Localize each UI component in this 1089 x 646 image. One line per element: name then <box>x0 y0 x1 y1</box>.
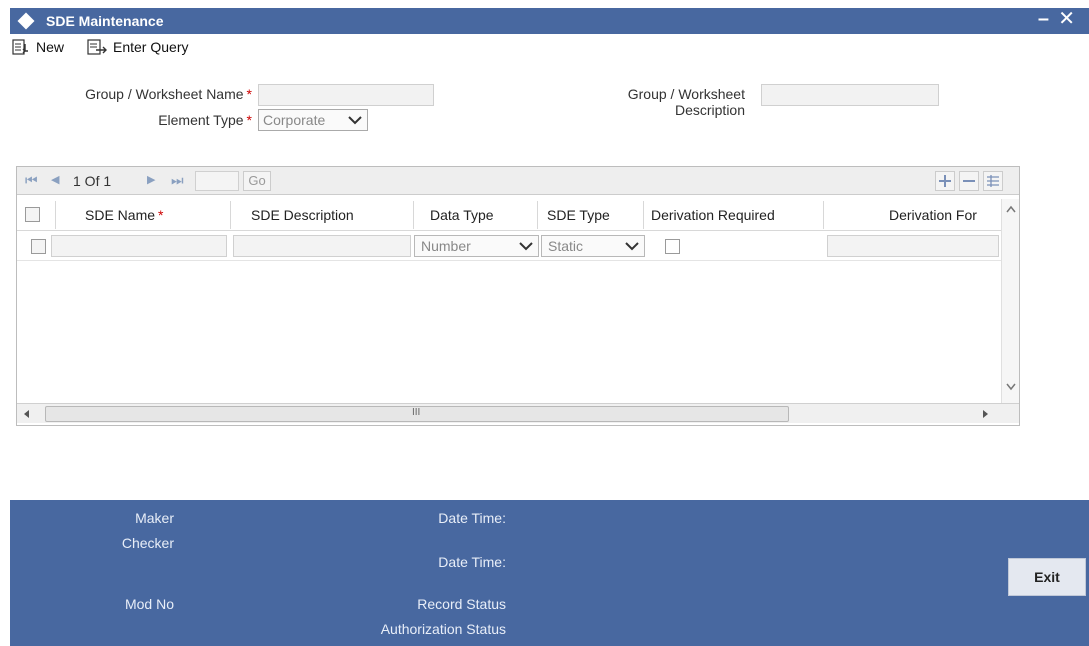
column-divider <box>823 201 824 229</box>
column-header-derivation-formula[interactable]: Derivation For <box>889 207 999 223</box>
derivation-formula-input[interactable] <box>827 235 999 257</box>
scroll-grip: III <box>412 407 421 418</box>
maker-label: Maker <box>135 510 174 526</box>
group-worksheet-description-label: Group / Worksheet Description <box>627 86 745 118</box>
required-marker: * <box>158 207 164 223</box>
delete-row-icon[interactable] <box>959 171 979 191</box>
select-all-checkbox[interactable] <box>25 207 40 222</box>
group-worksheet-name-label: Group / Worksheet Name * <box>85 86 252 102</box>
new-button[interactable]: New <box>12 38 64 56</box>
vertical-scrollbar[interactable] <box>1001 199 1019 403</box>
column-divider <box>537 201 538 229</box>
chevron-down-icon <box>625 242 639 251</box>
new-record-icon <box>12 39 28 55</box>
add-row-icon[interactable] <box>935 171 955 191</box>
column-divider <box>643 201 644 229</box>
column-divider <box>55 201 56 229</box>
sde-grid: ⏮ ◀ 1 Of 1 ▶ ⏭ Go SDE Name * SDE Descript… <box>16 166 1020 426</box>
first-page-icon[interactable]: ⏮ <box>25 172 38 189</box>
next-page-icon[interactable]: ▶ <box>147 173 155 186</box>
go-button[interactable]: Go <box>243 171 271 191</box>
data-type-select[interactable]: Number <box>414 235 539 257</box>
grid-pager-bar: ⏮ ◀ 1 Of 1 ▶ ⏭ Go <box>17 167 1019 195</box>
required-marker: * <box>246 86 252 102</box>
table-row: Number Static <box>17 231 1001 261</box>
scroll-left-icon[interactable] <box>23 410 31 418</box>
app-diamond-icon <box>17 12 35 30</box>
scroll-up-icon[interactable] <box>1006 205 1016 213</box>
group-worksheet-description-input[interactable] <box>761 84 939 106</box>
minimize-icon[interactable]: – <box>1038 9 1049 29</box>
maker-date-time-label: Date Time: <box>438 510 506 526</box>
group-worksheet-name-input[interactable] <box>258 84 434 106</box>
element-type-select[interactable]: Corporate <box>258 109 368 131</box>
scroll-right-icon[interactable] <box>981 410 989 418</box>
chevron-down-icon <box>348 116 362 125</box>
sde-type-value: Static <box>548 238 584 254</box>
window-title: SDE Maintenance <box>46 13 164 29</box>
element-type-label: Element Type * <box>158 112 252 128</box>
grid-header-row: SDE Name * SDE Description Data Type SDE … <box>17 199 1019 231</box>
column-header-sde-name[interactable]: SDE Name * <box>85 207 163 223</box>
column-header-data-type[interactable]: Data Type <box>430 207 494 223</box>
record-status-label: Record Status <box>417 596 506 612</box>
horizontal-scrollbar[interactable]: III <box>17 403 1019 423</box>
enter-query-button-label: Enter Query <box>113 39 189 55</box>
mod-no-label: Mod No <box>124 596 174 612</box>
window-title-bar: SDE Maintenance – ✕ <box>10 8 1089 34</box>
horizontal-scroll-thumb[interactable]: III <box>45 406 789 422</box>
element-type-value: Corporate <box>263 112 326 128</box>
page-indicator: 1 Of 1 <box>73 173 112 189</box>
last-page-icon[interactable]: ⏭ <box>171 172 184 189</box>
previous-page-icon[interactable]: ◀ <box>51 173 59 186</box>
derivation-required-checkbox[interactable] <box>665 239 680 254</box>
enter-query-button[interactable]: Enter Query <box>87 38 188 56</box>
toolbar: New Enter Query <box>10 38 710 62</box>
column-header-derivation-required[interactable]: Derivation Required <box>651 207 775 223</box>
audit-footer: Maker Checker Date Time: Date Time: Mod … <box>10 500 1089 646</box>
column-header-sde-description[interactable]: SDE Description <box>251 207 354 223</box>
column-divider <box>230 201 231 229</box>
chevron-down-icon <box>519 242 533 251</box>
row-select-checkbox[interactable] <box>31 239 46 254</box>
page-number-input[interactable] <box>195 171 239 191</box>
column-divider <box>413 201 414 229</box>
data-type-value: Number <box>421 238 471 254</box>
column-header-sde-type[interactable]: SDE Type <box>547 207 610 223</box>
new-button-label: New <box>36 39 65 55</box>
required-marker: * <box>246 112 252 128</box>
sde-name-input[interactable] <box>51 235 227 257</box>
sde-type-select[interactable]: Static <box>541 235 645 257</box>
authorization-status-label: Authorization Status <box>380 621 506 637</box>
checker-date-time-label: Date Time: <box>438 554 506 570</box>
sde-description-input[interactable] <box>233 235 411 257</box>
checker-label: Checker <box>121 535 174 551</box>
enter-query-icon <box>87 39 107 55</box>
view-details-icon[interactable] <box>983 171 1003 191</box>
scroll-down-icon[interactable] <box>1006 383 1016 391</box>
close-icon[interactable]: ✕ <box>1058 8 1075 30</box>
exit-button[interactable]: Exit <box>1008 558 1086 596</box>
